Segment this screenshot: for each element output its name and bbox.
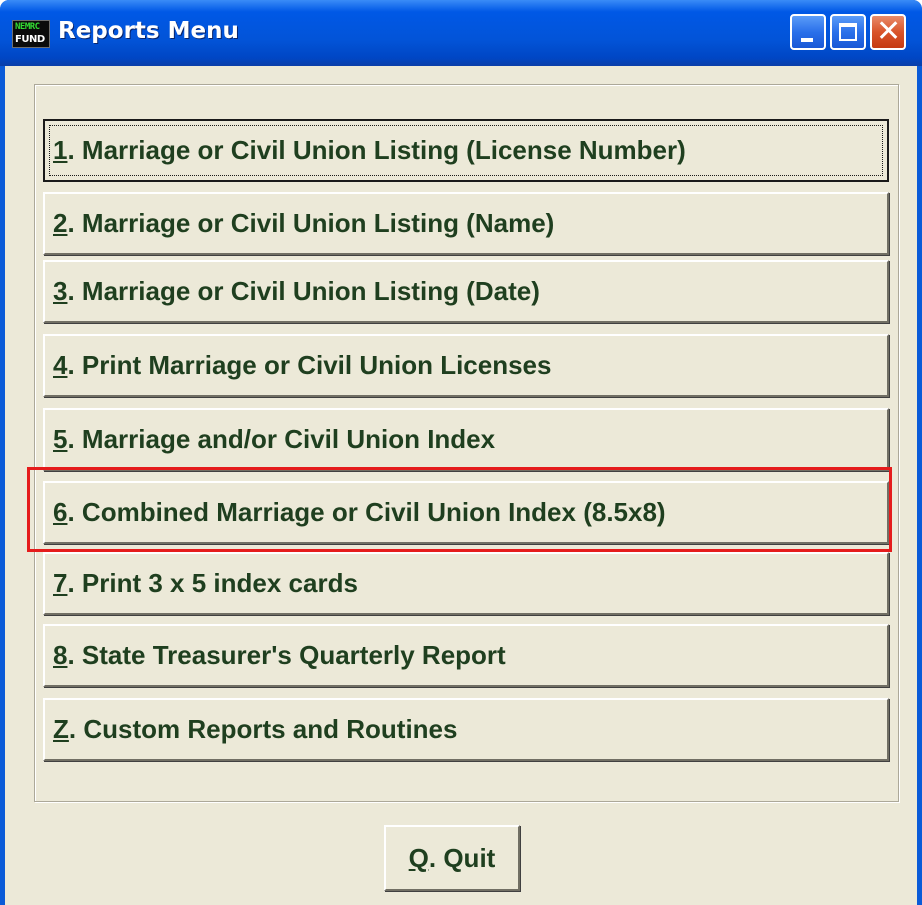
maximize-icon [839, 23, 857, 41]
menu-button-3-label: . Marriage or Civil Union Listing (Date) [67, 276, 540, 306]
title-bar[interactable]: NEMRC FUND Reports Menu ✕ [0, 0, 922, 66]
app-icon-top-text: NEMRC [15, 22, 40, 32]
menu-button-6-combined-index[interactable]: 6. Combined Marriage or Civil Union Inde… [43, 481, 889, 544]
menu-button-8-treasurer-report[interactable]: 8. State Treasurer's Quarterly Report [43, 624, 889, 687]
menu-button-7-key: 7 [53, 568, 68, 598]
quit-label: . Quit [428, 843, 496, 873]
menu-button-z-custom-reports[interactable]: Z. Custom Reports and Routines [43, 698, 889, 761]
menu-button-5-label: . Marriage and/or Civil Union Index [67, 424, 496, 454]
menu-button-5-index[interactable]: 5. Marriage and/or Civil Union Index [43, 408, 889, 471]
menu-button-2-name-listing[interactable]: 2. Marriage or Civil Union Listing (Name… [43, 192, 889, 255]
menu-button-8-key: 8 [53, 640, 68, 670]
app-icon: NEMRC FUND [12, 20, 50, 48]
menu-button-3-key: 3 [53, 276, 68, 306]
menu-button-4-key: 4 [53, 350, 68, 380]
close-button[interactable]: ✕ [870, 14, 906, 50]
app-icon-bottom-text: FUND [15, 34, 45, 45]
menu-button-8-label: . State Treasurer's Quarterly Report [67, 640, 506, 670]
close-icon: ✕ [876, 14, 902, 49]
menu-button-2-key: 2 [53, 208, 68, 238]
menu-button-z-key: Z [53, 714, 69, 744]
menu-button-1-key: 1 [53, 135, 68, 165]
menu-button-7-index-cards[interactable]: 7. Print 3 x 5 index cards [43, 552, 889, 615]
menu-button-1-license-number-listing[interactable]: 1. Marriage or Civil Union Listing (Lice… [43, 119, 889, 182]
quit-key: Q [408, 843, 429, 873]
reports-menu-window: NEMRC FUND Reports Menu ✕ 1. Marriage or… [0, 0, 922, 905]
menu-button-z-label: . Custom Reports and Routines [68, 714, 458, 744]
quit-button[interactable]: Q. Quit [384, 825, 520, 891]
menu-button-4-label: . Print Marriage or Civil Union Licenses [67, 350, 552, 380]
menu-button-7-label: . Print 3 x 5 index cards [67, 568, 358, 598]
menu-button-2-label: . Marriage or Civil Union Listing (Name) [67, 208, 555, 238]
menu-button-6-key: 6 [53, 497, 68, 527]
menu-button-5-key: 5 [53, 424, 68, 454]
menu-button-3-date-listing[interactable]: 3. Marriage or Civil Union Listing (Date… [43, 260, 889, 323]
menu-button-6-label: . Combined Marriage or Civil Union Index… [67, 497, 666, 527]
window-title: Reports Menu [58, 18, 239, 44]
minimize-button[interactable] [790, 14, 826, 50]
maximize-button[interactable] [830, 14, 866, 50]
minimize-icon [801, 38, 813, 42]
menu-button-4-print-licenses[interactable]: 4. Print Marriage or Civil Union License… [43, 334, 889, 397]
window-client-area: 1. Marriage or Civil Union Listing (Lice… [5, 66, 917, 905]
menu-button-1-label: . Marriage or Civil Union Listing (Licen… [67, 135, 686, 165]
